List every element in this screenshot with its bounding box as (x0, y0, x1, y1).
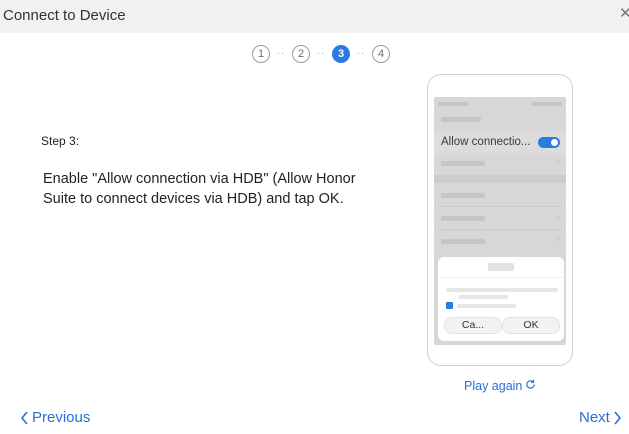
dialog-title-placeholder (488, 263, 514, 271)
step-connector: ·· (316, 48, 326, 59)
row-placeholder (441, 161, 485, 166)
play-again-label: Play again (464, 379, 523, 393)
row-placeholder (441, 216, 485, 221)
checkbox-icon (446, 302, 453, 309)
step-indicator: 1 ·· 2 ·· 3 ·· 4 (252, 44, 390, 64)
step-2: 2 (292, 45, 310, 63)
refresh-icon (525, 379, 536, 393)
row-placeholder (441, 193, 485, 198)
step-connector: ·· (276, 48, 286, 59)
dialog-cancel-button: Ca... (444, 317, 502, 334)
title-bar: Connect to Device ✕ (0, 0, 629, 33)
chevron-right-icon: › (557, 211, 560, 221)
row-placeholder (441, 239, 485, 244)
previous-label: Previous (32, 409, 91, 426)
dialog-text-placeholder (457, 304, 516, 308)
close-icon[interactable]: ✕ (619, 6, 629, 22)
step-connector: ·· (356, 48, 366, 59)
instruction-text: Enable "Allow connection via HDB" (Allow… (43, 171, 356, 207)
step-3-active: 3 (332, 45, 350, 63)
chevron-right-icon: › (557, 234, 560, 244)
step-1: 1 (252, 45, 270, 63)
dialog-ok-button: OK (502, 317, 560, 334)
allow-hdb-label: Allow connectio... (441, 136, 531, 148)
allow-hdb-toggle (538, 137, 560, 148)
dialog-divider (438, 277, 564, 278)
chevron-right-icon: › (557, 156, 560, 166)
status-bar-placeholder (438, 102, 468, 106)
row-divider (438, 229, 562, 230)
play-again-link[interactable]: Play again (464, 379, 536, 393)
dialog-text-placeholder (446, 288, 558, 292)
step-label: Step 3: (41, 134, 80, 148)
dialog-text-placeholder (458, 295, 508, 299)
header-placeholder (441, 117, 481, 122)
previous-button[interactable]: Previous (20, 409, 90, 426)
next-button[interactable]: Next (579, 409, 622, 426)
chevron-right-icon (613, 410, 622, 425)
window-title: Connect to Device (3, 7, 126, 24)
allow-hdb-row: Allow connectio... (434, 131, 566, 155)
status-bar-placeholder (532, 102, 562, 106)
phone-screen: Allow connectio... › › › Ca... OK (434, 97, 566, 345)
chevron-left-icon (20, 410, 29, 425)
next-label: Next (579, 409, 610, 426)
row-divider (438, 206, 562, 207)
section-divider (434, 175, 566, 183)
phone-illustration: Allow connectio... › › › Ca... OK (427, 74, 573, 366)
confirm-dialog: Ca... OK (438, 257, 564, 341)
step-4: 4 (372, 45, 390, 63)
